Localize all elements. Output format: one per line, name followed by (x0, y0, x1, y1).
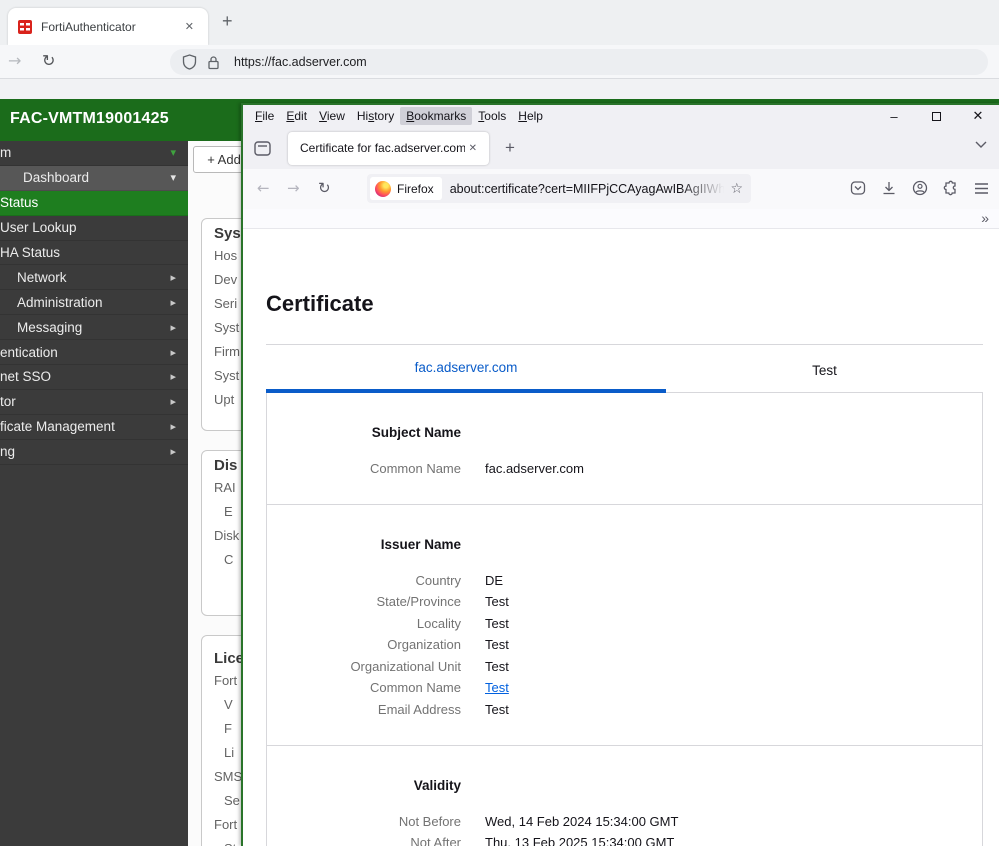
lock-icon[interactable] (207, 55, 220, 70)
downloads-icon[interactable] (881, 180, 897, 196)
cert-field-row: Country DE (415, 572, 504, 588)
subject-name-section: Subject Name Common Name fac.adserver.co… (266, 393, 983, 505)
navbar-action-icons (850, 180, 989, 196)
menu-edit[interactable]: Edit (280, 107, 313, 125)
sidebar-item-fortinet-sso[interactable]: net SSO ▸ (0, 365, 188, 390)
minimize-icon[interactable]: – (873, 109, 915, 124)
cert-field-row: Not Before Wed, 14 Feb 2024 15:34:00 GMT (398, 813, 679, 829)
certificate-page: Certificate fac.adserver.com Test Subjec… (243, 229, 999, 846)
chevron-right-icon: ▸ (170, 320, 176, 334)
forti-hostname: FAC-VMTM19001425 (10, 110, 169, 127)
chevron-down-icon: ▾ (170, 171, 176, 185)
cert-field-row: State/Province Test (376, 594, 509, 609)
cert-field-row: Email Address Test (377, 701, 509, 717)
firefox-tabbar: Certificate for fac.adserver.com ✕ + (243, 127, 999, 169)
chevron-right-icon: ▸ (170, 395, 176, 409)
sidebar-item-network[interactable]: Network ▸ (0, 265, 188, 291)
page-title: Certificate (266, 291, 374, 316)
section-heading: Issuer Name (380, 537, 461, 552)
menu-view[interactable]: View (313, 107, 351, 125)
chevron-right-icon: ▸ (170, 295, 176, 309)
menu-history[interactable]: History (351, 107, 400, 125)
sidebar-item-authentication[interactable]: entication ▸ (0, 340, 188, 366)
chevron-down-icon: ▾ (170, 146, 176, 160)
pocket-icon[interactable] (850, 180, 866, 196)
sidebar-item-dashboard[interactable]: Dashboard ▾ (0, 165, 188, 191)
menu-hamburger-icon[interactable] (974, 182, 989, 195)
chevron-right-icon: ▸ (170, 345, 176, 359)
sidebar-item-monitor[interactable]: tor ▸ (0, 390, 188, 415)
sidebar-item-administration[interactable]: Administration ▸ (0, 290, 188, 316)
validity-section: Validity Not Before Wed, 14 Feb 2024 15:… (266, 746, 983, 846)
browser-chrome-gap (0, 79, 999, 99)
browser-address-bar: → ↻ https://fac.adserver.com (0, 45, 999, 79)
sidebar-item-user-lookup[interactable]: User Lookup (0, 216, 188, 241)
tracking-shield-icon[interactable] (182, 54, 197, 70)
extensions-icon[interactable] (943, 180, 959, 196)
firefox-menubar: File Edit View History Bookmarks Tools H… (243, 105, 999, 127)
cert-tab-test[interactable]: Test (666, 345, 983, 393)
cert-field-row: Organization Test (387, 637, 509, 652)
sidebar-item-logging[interactable]: ng ▸ (0, 440, 188, 465)
firefox-logo-icon (375, 180, 391, 197)
forward-icon[interactable]: → (8, 51, 21, 70)
close-icon[interactable]: ✕ (957, 108, 999, 124)
firefox-tab-certificate[interactable]: Certificate for fac.adserver.com ✕ (288, 131, 489, 165)
address-field[interactable]: https://fac.adserver.com (170, 49, 988, 75)
section-heading: Validity (413, 778, 461, 793)
chevron-right-icon: ▸ (170, 370, 176, 384)
certificate-card: fac.adserver.com Test Subject Name Commo… (266, 344, 983, 846)
cert-field-row: Organizational Unit Test (350, 658, 509, 674)
tab-close-icon[interactable]: ✕ (465, 141, 481, 156)
address-url-text: https://fac.adserver.com (234, 55, 367, 69)
maximize-icon[interactable] (915, 109, 957, 124)
new-tab-button[interactable]: + (505, 138, 515, 158)
bookmark-star-icon[interactable]: ☆ (730, 181, 743, 197)
chevron-right-icon: ▸ (170, 420, 176, 434)
browser-tabstrip: FortiAuthenticator ✕ + (0, 0, 999, 45)
chevron-right-icon: ▸ (170, 445, 176, 459)
fortinet-favicon-icon (18, 19, 32, 34)
chevron-right-icon: ▸ (170, 270, 176, 284)
firefox-identity-chip[interactable]: Firefox (370, 177, 442, 200)
browser-tab-fortiauthenticator[interactable]: FortiAuthenticator ✕ (8, 8, 208, 45)
cert-field-row: Not After Thu, 13 Feb 2025 15:34:00 GMT (410, 835, 675, 846)
firefox-view-icon[interactable] (254, 140, 271, 156)
sidebar-item-ha-status[interactable]: HA Status (0, 241, 188, 266)
window-controls: – ✕ (873, 108, 999, 124)
browser-tab-title: FortiAuthenticator (41, 19, 136, 34)
section-heading: Subject Name (371, 425, 461, 440)
menu-file[interactable]: File (249, 107, 280, 125)
sidebar-item-certificate-management[interactable]: ficate Management ▸ (0, 415, 188, 440)
url-text: about:certificate?cert=MIIFPjCCAyagAwIBA… (449, 181, 731, 196)
list-all-tabs-icon[interactable] (975, 141, 987, 148)
certificate-tabs: fac.adserver.com Test (266, 344, 983, 393)
url-bar[interactable]: Firefox about:certificate?cert=MIIFPjCCA… (367, 174, 751, 203)
reload-icon[interactable]: ↻ (318, 179, 331, 197)
cert-field-row: Locality Test (416, 615, 509, 631)
new-tab-button[interactable]: + (222, 11, 233, 32)
firefox-navbar: ← → ↻ Firefox about:certificate?cert=MII… (243, 169, 999, 209)
forward-icon[interactable]: → (287, 179, 300, 197)
cert-tab-fac-adserver[interactable]: fac.adserver.com (266, 345, 666, 393)
screen: FortiAuthenticator ✕ + → ↻ https://fac.a… (0, 0, 999, 846)
cert-field-row: Common Name Test (369, 680, 509, 695)
issuer-name-section: Issuer Name Country DE State/Province Te… (266, 505, 983, 746)
sidebar-item-system[interactable]: m ▾ (0, 141, 188, 166)
firefox-bookmarks-bar: » (243, 209, 999, 229)
tab-close-icon[interactable]: ✕ (181, 18, 198, 35)
forti-sidebar: m ▾ Dashboard ▾ Status User Lookup HA St… (0, 141, 188, 846)
cert-field-row: Common Name fac.adserver.com (369, 460, 584, 476)
issuer-common-name-link[interactable]: Test (485, 680, 509, 695)
sidebar-item-status[interactable]: Status (0, 190, 188, 216)
firefox-window: File Edit View History Bookmarks Tools H… (241, 103, 999, 846)
menu-help[interactable]: Help (512, 107, 549, 125)
reload-icon[interactable]: ↻ (42, 51, 55, 70)
back-icon[interactable]: ← (257, 179, 270, 197)
bookmarks-overflow-icon[interactable]: » (981, 210, 989, 226)
account-icon[interactable] (912, 180, 928, 196)
menu-bookmarks[interactable]: Bookmarks (400, 107, 473, 125)
menu-tools[interactable]: Tools (472, 107, 512, 125)
sidebar-item-messaging[interactable]: Messaging ▸ (0, 315, 188, 341)
